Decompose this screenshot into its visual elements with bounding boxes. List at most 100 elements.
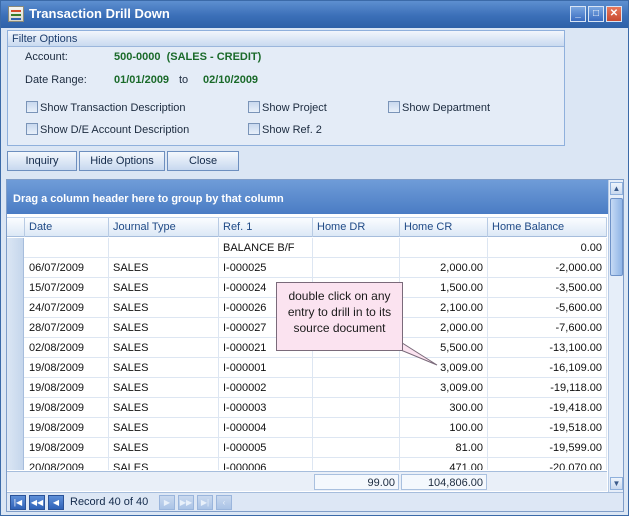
back-icon[interactable]: ‹ [216, 495, 232, 510]
cell-ref-1[interactable]: I-000003 [219, 398, 313, 418]
column-header-home-cr[interactable]: Home CR [400, 218, 488, 237]
cell-home-cr[interactable]: 3,009.00 [400, 378, 488, 398]
cell-journal-type[interactable]: SALES [109, 378, 219, 398]
show-transaction-description-checkbox[interactable]: Show Transaction Description [26, 101, 186, 115]
last-record-icon[interactable]: ▶| [197, 495, 213, 510]
cell-home-dr[interactable] [313, 398, 400, 418]
scroll-down-icon[interactable]: ▼ [610, 477, 623, 490]
first-record-icon[interactable]: |◀ [10, 495, 26, 510]
table-row[interactable]: 20/08/2009 SALES I-000006 471.00 -20,070.00 [7, 458, 607, 470]
cell-journal-type[interactable]: SALES [109, 418, 219, 438]
cell-home-balance[interactable]: -13,100.00 [488, 338, 607, 358]
cell-date[interactable]: 19/08/2009 [25, 358, 109, 378]
vertical-scrollbar[interactable]: ▲ ▼ [608, 180, 623, 493]
scroll-up-icon[interactable]: ▲ [610, 182, 623, 195]
cell-home-balance[interactable]: -19,118.00 [488, 378, 607, 398]
close-button[interactable]: Close [167, 151, 239, 171]
cell-home-cr[interactable]: 471.00 [400, 458, 488, 470]
row-indicator[interactable] [7, 298, 24, 318]
cell-date[interactable]: 06/07/2009 [25, 258, 109, 278]
title-bar[interactable]: Transaction Drill Down _ □ ✕ [1, 1, 628, 28]
row-indicator[interactable] [7, 318, 24, 338]
cell-home-balance[interactable]: 0.00 [488, 238, 607, 258]
cell-home-balance[interactable]: -16,109.00 [488, 358, 607, 378]
checkbox-box-icon[interactable] [248, 123, 260, 135]
column-header-home-balance[interactable]: Home Balance [488, 218, 607, 237]
cell-home-balance[interactable]: -7,600.00 [488, 318, 607, 338]
column-header-date[interactable]: Date [25, 218, 109, 237]
next-page-icon[interactable]: ▶▶ [178, 495, 194, 510]
show-department-checkbox[interactable]: Show Department [388, 101, 490, 115]
cell-ref-1[interactable]: I-000025 [219, 258, 313, 278]
cell-home-balance[interactable]: -5,600.00 [488, 298, 607, 318]
cell-home-cr[interactable]: 100.00 [400, 418, 488, 438]
cell-home-cr[interactable]: 2,100.00 [400, 298, 488, 318]
show-project-checkbox[interactable]: Show Project [248, 101, 327, 115]
cell-home-dr[interactable] [313, 378, 400, 398]
cell-ref-1[interactable]: I-000004 [219, 418, 313, 438]
checkbox-box-icon[interactable] [388, 101, 400, 113]
checkbox-box-icon[interactable] [26, 101, 38, 113]
table-row[interactable]: 06/07/2009 SALES I-000025 2,000.00 -2,000.00 [7, 258, 607, 278]
row-indicator[interactable] [7, 438, 24, 458]
table-row[interactable]: 19/08/2009 SALES I-000001 3,009.00 -16,109.0… [7, 358, 607, 378]
table-row[interactable]: 19/08/2009 SALES I-000002 3,009.00 -19,118.0… [7, 378, 607, 398]
cell-journal-type[interactable]: SALES [109, 298, 219, 318]
hide-options-button[interactable]: Hide Options [79, 151, 165, 171]
cell-journal-type[interactable]: SALES [109, 438, 219, 458]
maximize-icon[interactable]: □ [588, 6, 604, 22]
cell-ref-1[interactable]: I-000006 [219, 458, 313, 470]
close-window-icon[interactable]: ✕ [606, 6, 622, 22]
cell-date[interactable]: 20/08/2009 [25, 458, 109, 470]
row-indicator[interactable] [7, 338, 24, 358]
cell-date[interactable] [25, 238, 109, 258]
cell-home-cr[interactable]: 1,500.00 [400, 278, 488, 298]
cell-ref-1[interactable]: I-000005 [219, 438, 313, 458]
row-indicator[interactable] [7, 238, 24, 258]
cell-date[interactable]: 15/07/2009 [25, 278, 109, 298]
show-de-account-description-checkbox[interactable]: Show D/E Account Description [26, 123, 189, 137]
cell-ref-1[interactable]: I-000001 [219, 358, 313, 378]
cell-date[interactable]: 19/08/2009 [25, 398, 109, 418]
show-ref-2-checkbox[interactable]: Show Ref. 2 [248, 123, 322, 137]
row-indicator[interactable] [7, 398, 24, 418]
table-row[interactable]: 19/08/2009 SALES I-000004 100.00 -19,518.00 [7, 418, 607, 438]
cell-home-dr[interactable] [313, 418, 400, 438]
cell-home-cr[interactable]: 81.00 [400, 438, 488, 458]
minimize-icon[interactable]: _ [570, 6, 586, 22]
cell-journal-type[interactable]: SALES [109, 258, 219, 278]
cell-home-balance[interactable]: -19,418.00 [488, 398, 607, 418]
cell-journal-type[interactable]: SALES [109, 278, 219, 298]
row-indicator[interactable] [7, 278, 24, 298]
column-header-journal-type[interactable]: Journal Type [109, 218, 219, 237]
column-header-home-dr[interactable]: Home DR [313, 218, 400, 237]
cell-date[interactable]: 19/08/2009 [25, 418, 109, 438]
table-row[interactable]: BALANCE B/F 0.00 [7, 238, 607, 258]
row-indicator[interactable] [7, 258, 24, 278]
table-row[interactable]: 19/08/2009 SALES I-000005 81.00 -19,599.00 [7, 438, 607, 458]
cell-journal-type[interactable]: SALES [109, 318, 219, 338]
cell-date[interactable]: 02/08/2009 [25, 338, 109, 358]
cell-home-balance[interactable]: -19,599.00 [488, 438, 607, 458]
column-header-ref-1[interactable]: Ref. 1 [219, 218, 313, 237]
cell-journal-type[interactable]: SALES [109, 458, 219, 470]
cell-home-cr[interactable]: 2,000.00 [400, 258, 488, 278]
row-indicator[interactable] [7, 378, 24, 398]
row-indicator[interactable] [7, 418, 24, 438]
cell-journal-type[interactable]: SALES [109, 358, 219, 378]
cell-date[interactable]: 19/08/2009 [25, 438, 109, 458]
cell-date[interactable]: 24/07/2009 [25, 298, 109, 318]
cell-home-balance[interactable]: -2,000.00 [488, 258, 607, 278]
cell-date[interactable]: 28/07/2009 [25, 318, 109, 338]
inquiry-button[interactable]: Inquiry [7, 151, 77, 171]
row-indicator[interactable] [7, 358, 24, 378]
cell-date[interactable]: 19/08/2009 [25, 378, 109, 398]
scroll-thumb[interactable] [610, 198, 623, 276]
cell-home-cr[interactable]: 300.00 [400, 398, 488, 418]
cell-home-cr[interactable] [400, 238, 488, 258]
group-by-panel[interactable]: Drag a column header here to group by th… [7, 180, 623, 214]
cell-home-dr[interactable] [313, 258, 400, 278]
cell-journal-type[interactable]: SALES [109, 398, 219, 418]
previous-page-icon[interactable]: ◀◀ [29, 495, 45, 510]
cell-home-dr[interactable] [313, 238, 400, 258]
